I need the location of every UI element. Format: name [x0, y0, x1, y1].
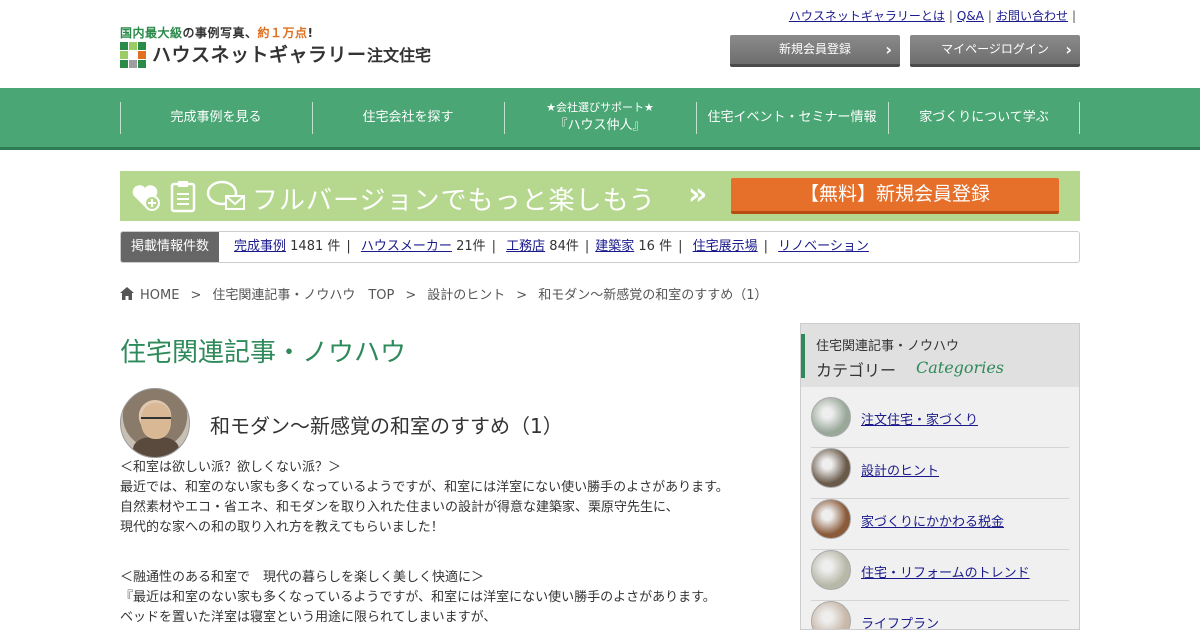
main-content: 住宅関連記事・ノウハウ 和モダン～新感覚の和室のすすめ（1） ＜和室は欲しい派？… — [120, 320, 780, 630]
category-item[interactable]: 設計のヒント — [811, 448, 1069, 499]
article-title: 和モダン～新感覚の和室のすすめ（1） — [210, 414, 563, 438]
register-button[interactable]: 新規会員登録 › — [730, 35, 900, 67]
breadcrumb-home[interactable]: HOME — [140, 288, 179, 303]
category-thumbnail — [811, 601, 851, 629]
author-avatar — [120, 388, 190, 458]
count-link-cases[interactable]: 完成事例 — [234, 239, 286, 254]
category-link[interactable]: 家づくりにかかわる税金 — [861, 511, 1004, 530]
category-link[interactable]: 設計のヒント — [861, 460, 939, 479]
nav-item-label: 完成事例を見る — [170, 109, 262, 125]
site-header: 国内最大級の事例写真、約１万点! ハウスネットギャラリー 注文住宅 ハウスネット… — [0, 0, 1200, 88]
sidebar-title: 住宅関連記事・ノウハウ — [816, 339, 960, 354]
tagline-part: ! — [307, 26, 314, 40]
category-sidebar: 住宅関連記事・ノウハウ カテゴリー Categories 注文住宅・家づくり 設… — [800, 323, 1080, 630]
tagline-part: の事例写真、 — [182, 26, 258, 40]
category-link[interactable]: 住宅・リフォームのトレンド — [861, 562, 1030, 581]
body-line: 自然素材やエコ・省エネ、和モダンを取り入れた住まいの設計が得意な建築家、栗原守先… — [120, 500, 679, 515]
category-link[interactable]: ライフプラン — [861, 613, 939, 629]
nav-item-label: 『ハウス仲人』 — [554, 118, 646, 133]
count-link-builders[interactable]: 工務店 — [506, 239, 545, 254]
count-link-showrooms[interactable]: 住宅展示場 — [693, 239, 758, 254]
global-nav: 完成事例を見る 住宅会社を探す ★会社選びサポート★ 『ハウス仲人』 住宅イベント… — [0, 88, 1200, 150]
full-version-banner[interactable]: フルバージョンでもっと楽しもう » 【無料】新規会員登録 — [120, 171, 1080, 221]
breadcrumb-current: 和モダン～新感覚の和室のすすめ（1） — [538, 288, 768, 303]
nav-item-label: 住宅会社を探す — [362, 109, 454, 125]
count-link-architects[interactable]: 建築家 — [595, 239, 634, 254]
nav-item-companies[interactable]: 住宅会社を探す — [312, 88, 504, 147]
sidebar-header: 住宅関連記事・ノウハウ カテゴリー Categories — [801, 324, 1079, 387]
category-item[interactable]: 注文住宅・家づくり — [811, 397, 1069, 448]
logo-name: ハウスネットギャラリー — [152, 44, 367, 66]
nav-item-events[interactable]: 住宅イベント・セミナー情報 — [696, 88, 888, 147]
section-title: 住宅関連記事・ノウハウ — [120, 338, 407, 368]
category-link[interactable]: 注文住宅・家づくり — [861, 409, 978, 428]
sidebar-subtitle-en: Categories — [916, 358, 1004, 377]
body-line: 『最近は和室のない家も多くなっているようですが、和室には洋室にない使い勝手のよさ… — [120, 590, 716, 605]
top-links: ハウスネットギャラリーとは | Q&A | お問い合わせ | — [788, 9, 1076, 23]
double-chevron-icon: » — [688, 177, 708, 212]
body-line: 最近では、和室のない家も多くなっているようですが、和室には洋室にない使い勝手のよ… — [120, 480, 729, 495]
site-logo[interactable]: 国内最大級の事例写真、約１万点! ハウスネットギャラリー 注文住宅 — [120, 24, 450, 70]
register-button-label: 新規会員登録 — [778, 42, 851, 56]
category-thumbnail — [811, 550, 851, 590]
counts-label: 掲載情報件数 — [121, 232, 219, 262]
counts-items: 完成事例 1481 件 | ハウスメーカー 21件 | 工務店 84件 | 建築家 16… — [234, 239, 869, 254]
listing-counts: 掲載情報件数 完成事例 1481 件 | ハウスメーカー 21件 | 工務店 84件… — [120, 231, 1080, 263]
login-button-label: マイページログイン — [941, 42, 1049, 56]
category-item[interactable]: 住宅・リフォームのトレンド — [811, 550, 1069, 601]
nav-item-house-nakodo[interactable]: ★会社選びサポート★ 『ハウス仲人』 — [504, 88, 696, 147]
sidebar-subtitle: カテゴリー — [816, 361, 897, 380]
logo-sub: 注文住宅 — [367, 46, 432, 65]
body-line: ベッドを置いた洋室は寝室という用途に限られてしまいますが、 — [120, 610, 497, 625]
tagline-part: 約１万点 — [257, 26, 308, 40]
nav-item-label: 家づくりについて学ぶ — [919, 109, 1049, 125]
clipboard-icon — [168, 179, 198, 213]
article-body: ＜和室は欲しい派？欲しくない派？＞ 最近では、和室のない家も多くなっているようで… — [120, 458, 780, 628]
category-thumbnail — [811, 448, 851, 488]
breadcrumb-articles-top[interactable]: 住宅関連記事・ノウハウ TOP — [212, 288, 394, 303]
count-link-renovation[interactable]: リノベーション — [778, 239, 869, 254]
chevron-right-icon: › — [885, 40, 892, 59]
nav-item-learn[interactable]: 家づくりについて学ぶ — [888, 88, 1080, 147]
body-line: ＜和室は欲しい派？欲しくない派？＞ — [120, 460, 342, 475]
qa-link[interactable]: Q&A — [957, 9, 984, 23]
count-value: 21件 — [456, 239, 486, 254]
body-line: 現代的な家への和の取り入れ方を教えてもらいました！ — [120, 520, 444, 535]
logo-mark-icon — [120, 42, 146, 68]
count-value: 84件 — [549, 239, 579, 254]
nav-item-sublabel: ★会社選びサポート★ — [546, 100, 654, 114]
banner-text: フルバージョンでもっと楽しもう — [252, 186, 656, 216]
login-button[interactable]: マイページログイン › — [910, 35, 1080, 67]
heart-plus-icon — [130, 179, 160, 213]
chat-mail-icon — [206, 179, 245, 213]
count-value: 16 件 — [638, 239, 673, 254]
about-link[interactable]: ハウスネットギャラリーとは — [789, 9, 945, 23]
banner-register-button[interactable]: 【無料】新規会員登録 — [731, 178, 1059, 214]
nav-item-cases[interactable]: 完成事例を見る — [120, 88, 312, 147]
tagline-part: 国内最大級 — [120, 26, 183, 40]
breadcrumb: HOME > 住宅関連記事・ノウハウ TOP > 設計のヒント > 和モダン～新感覚の和室の… — [120, 284, 767, 303]
nav-item-label: 住宅イベント・セミナー情報 — [707, 109, 877, 125]
category-item[interactable]: ライフプラン — [811, 601, 1069, 629]
banner-icons — [130, 179, 245, 213]
category-thumbnail — [811, 499, 851, 539]
body-line: ＜融通性のある和室で 現代の暮らしを楽しく美しく快適に＞ — [120, 570, 485, 585]
category-item[interactable]: 家づくりにかかわる税金 — [811, 499, 1069, 550]
count-value: 1481 件 — [290, 239, 341, 254]
category-list: 注文住宅・家づくり 設計のヒント 家づくりにかかわる税金 住宅・リフォームのトレ… — [811, 397, 1069, 629]
category-thumbnail — [811, 397, 851, 437]
contact-link[interactable]: お問い合わせ — [996, 9, 1068, 23]
logo-tagline: 国内最大級の事例写真、約１万点! — [120, 24, 314, 41]
home-icon — [120, 287, 134, 300]
count-link-house-makers[interactable]: ハウスメーカー — [361, 239, 452, 254]
chevron-right-icon: › — [1065, 40, 1072, 59]
breadcrumb-design-hints[interactable]: 設計のヒント — [427, 288, 505, 303]
